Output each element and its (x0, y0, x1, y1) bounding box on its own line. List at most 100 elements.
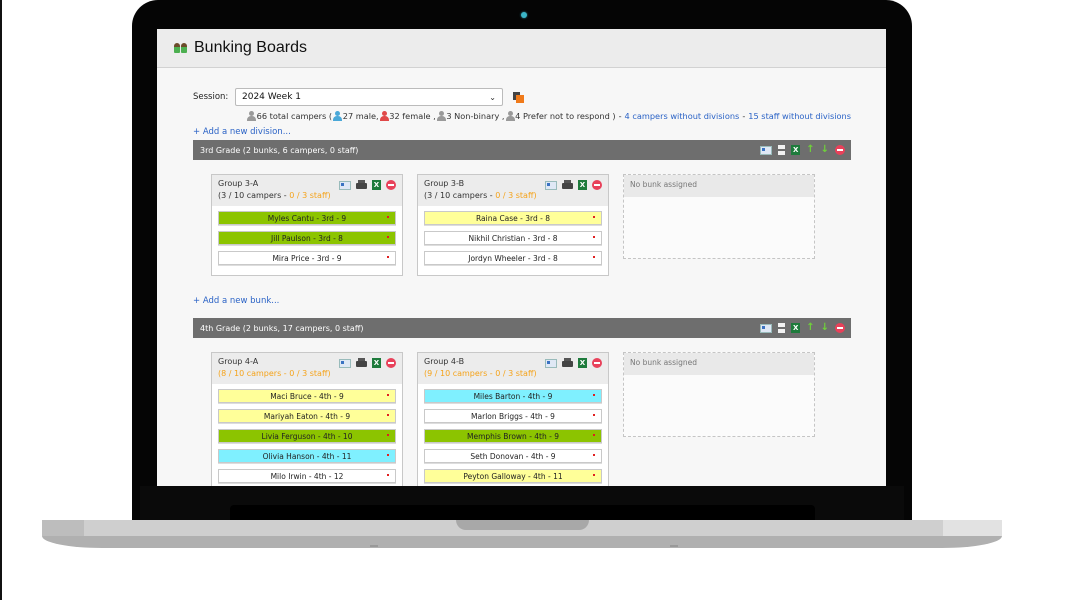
camper-card[interactable]: Mira Price - 3rd - 9 (218, 251, 396, 265)
camper-card[interactable]: Jordyn Wheeler - 3rd - 8 (424, 251, 602, 265)
remove-camper-icon[interactable] (387, 434, 389, 436)
remove-camper-icon[interactable] (387, 216, 389, 218)
add-bunk-link[interactable]: + Add a new bunk... (193, 296, 851, 309)
camper-card[interactable]: Nikhil Christian - 3rd - 8 (424, 231, 602, 245)
camper-card[interactable]: Seth Donovan - 4th - 9 (424, 449, 602, 463)
excel-icon[interactable]: X (791, 323, 801, 333)
camper-label: Seth Donovan - 4th - 9 (470, 451, 556, 461)
bunk-header: Group 4-B (9 / 10 campers - 0 / 3 staff)… (418, 353, 608, 384)
main-content: Session: 2024 Week 1 ⌄ 66 total campers … (157, 87, 886, 486)
camper-label: Mariyah Eaton - 4th - 9 (263, 411, 351, 421)
camper-card[interactable]: Jill Paulson - 3rd - 8 (218, 231, 396, 245)
division: 3rd Grade (2 bunks, 6 campers, 0 staff) … (193, 140, 851, 276)
prefer-not-count: 4 Prefer not to respond ) (515, 111, 616, 121)
remove-icon[interactable] (386, 358, 396, 368)
remove-camper-icon[interactable] (593, 216, 595, 218)
camper-card[interactable]: Maci Bruce - 4th - 9 (218, 389, 396, 403)
remove-camper-icon[interactable] (387, 236, 389, 238)
remove-icon[interactable] (592, 180, 602, 190)
remove-camper-icon[interactable] (593, 394, 595, 396)
remove-camper-icon[interactable] (387, 454, 389, 456)
camper-card[interactable]: Peyton Galloway - 4th - 11 (424, 469, 602, 483)
session-select[interactable]: 2024 Week 1 ⌄ (235, 88, 503, 106)
unassigned-dropzone[interactable]: No bunk assigned (623, 352, 815, 437)
remove-icon[interactable] (386, 180, 396, 190)
unassigned-dropzone[interactable]: No bunk assigned (623, 174, 815, 259)
bunk-count: (3 / 10 campers - 0 / 3 staff) (424, 191, 537, 200)
excel-icon[interactable]: X (578, 180, 587, 190)
female-count: 32 female , (389, 111, 436, 121)
camper-card[interactable]: Livia Ferguson - 4th - 10 (218, 429, 396, 443)
remove-camper-icon[interactable] (387, 474, 389, 476)
laptop-base-right (943, 520, 1002, 536)
camper-count: (8 / 10 campers (218, 369, 282, 378)
total-campers: 66 total campers ( (256, 111, 333, 121)
columns-icon[interactable] (778, 323, 786, 333)
bunk-card[interactable]: Group 4-B (9 / 10 campers - 0 / 3 staff)… (417, 352, 609, 486)
print-icon[interactable] (356, 180, 367, 190)
bunk-card[interactable]: Group 3-A (3 / 10 campers - 0 / 3 staff)… (211, 174, 403, 276)
remove-icon[interactable] (592, 358, 602, 368)
staff-count: 0 / 3 staff) (495, 191, 537, 200)
app-header: Bunking Boards (157, 29, 886, 68)
staff-without-divisions-link[interactable]: 15 staff without divisions (748, 111, 851, 121)
session-row: Session: 2024 Week 1 ⌄ (193, 87, 851, 107)
move-up-icon[interactable]: ↑ (806, 145, 814, 155)
id-card-icon[interactable] (339, 358, 351, 368)
bunk-card[interactable]: Group 4-A (8 / 10 campers - 0 / 3 staff)… (211, 352, 403, 486)
excel-icon[interactable]: X (578, 358, 587, 368)
camper-card[interactable]: Milo Irwin - 4th - 12 (218, 469, 396, 483)
remove-icon[interactable] (835, 323, 845, 333)
id-card-icon[interactable] (760, 145, 773, 155)
camper-label: Marlon Briggs - 4th - 9 (471, 411, 555, 421)
excel-icon[interactable]: X (372, 358, 381, 368)
remove-camper-icon[interactable] (593, 474, 595, 476)
remove-camper-icon[interactable] (387, 256, 389, 258)
bunk-actions: X (545, 180, 602, 190)
remove-camper-icon[interactable] (593, 454, 595, 456)
division: 4th Grade (2 bunks, 17 campers, 0 staff)… (193, 318, 851, 486)
camper-card[interactable]: Mariyah Eaton - 4th - 9 (218, 409, 396, 423)
bunk-actions: X (339, 180, 396, 190)
id-card-icon[interactable] (339, 180, 351, 190)
bunk-card[interactable]: Group 3-B (3 / 10 campers - 0 / 3 staff)… (417, 174, 609, 276)
move-down-icon[interactable]: ↓ (821, 145, 829, 155)
id-card-icon[interactable] (545, 180, 557, 190)
id-card-icon[interactable] (545, 358, 557, 368)
print-icon[interactable] (562, 358, 573, 368)
male-icon (333, 111, 342, 121)
excel-icon[interactable]: X (372, 180, 381, 190)
print-icon[interactable] (562, 180, 573, 190)
remove-camper-icon[interactable] (593, 256, 595, 258)
bunk-list: Group 3-A (3 / 10 campers - 0 / 3 staff)… (193, 160, 851, 276)
columns-icon[interactable] (778, 145, 786, 155)
remove-icon[interactable] (835, 145, 845, 155)
id-card-icon[interactable] (760, 323, 773, 333)
camper-card[interactable]: Olivia Hanson - 4th - 11 (218, 449, 396, 463)
camper-label: Memphis Brown - 4th - 9 (466, 431, 559, 441)
camper-card[interactable]: Raina Case - 3rd - 8 (424, 211, 602, 225)
remove-camper-icon[interactable] (593, 236, 595, 238)
bunk-actions: X (545, 358, 602, 368)
separator: - (742, 111, 746, 121)
move-up-icon[interactable]: ↑ (806, 323, 814, 333)
remove-camper-icon[interactable] (387, 394, 389, 396)
remove-camper-icon[interactable] (387, 414, 389, 416)
excel-icon[interactable]: X (791, 145, 801, 155)
laptop-foot (670, 545, 678, 547)
add-division-link[interactable]: + Add a new division... (193, 127, 851, 140)
campers-without-divisions-link[interactable]: 4 campers without divisions (625, 111, 740, 121)
camper-card[interactable]: Memphis Brown - 4th - 9 (424, 429, 602, 443)
laptop-base-lower (42, 536, 1002, 548)
remove-camper-icon[interactable] (593, 414, 595, 416)
print-icon[interactable] (356, 358, 367, 368)
export-icon[interactable] (513, 91, 524, 103)
move-down-icon[interactable]: ↓ (821, 323, 829, 333)
remove-camper-icon[interactable] (593, 434, 595, 436)
bunking-boards-icon (174, 43, 188, 53)
division-title: 4th Grade (2 bunks, 17 campers, 0 staff) (200, 323, 364, 333)
camper-card[interactable]: Marlon Briggs - 4th - 9 (424, 409, 602, 423)
app-screen: Bunking Boards Session: 2024 Week 1 ⌄ 66… (157, 29, 886, 486)
camper-card[interactable]: Myles Cantu - 3rd - 9 (218, 211, 396, 225)
camper-card[interactable]: Miles Barton - 4th - 9 (424, 389, 602, 403)
